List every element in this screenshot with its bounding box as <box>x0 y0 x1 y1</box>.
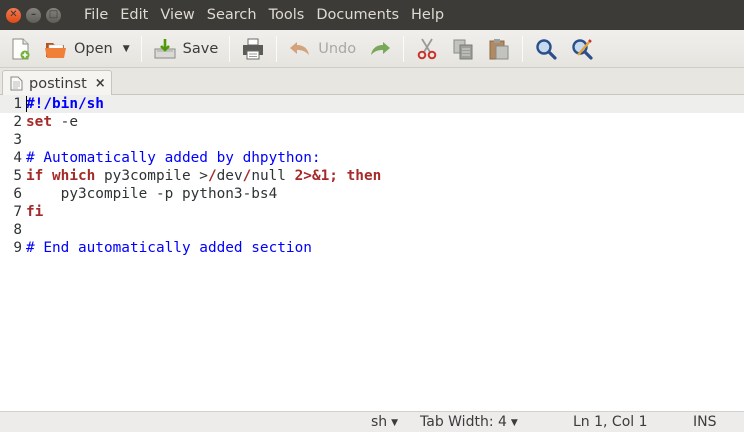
open-folder-icon <box>45 42 66 58</box>
menu-file[interactable]: File <box>84 7 114 23</box>
line-number: 9 <box>13 240 22 256</box>
toolbar-separator <box>140 35 142 62</box>
tab-width-label: Tab Width: 4 <box>420 414 507 430</box>
menu-view[interactable]: View <box>154 7 200 23</box>
code-line: 9 # End automatically added section <box>0 239 744 257</box>
line-text: fi <box>26 204 44 220</box>
text-document-icon <box>10 76 23 91</box>
window-controls: ✕ – □ <box>6 7 72 23</box>
toolbar-separator <box>403 35 405 62</box>
replace-icon <box>572 38 593 60</box>
open-button[interactable]: Open <box>38 34 119 64</box>
language-label: sh <box>371 414 388 430</box>
menu-documents[interactable]: Documents <box>310 7 405 23</box>
line-number: 2 <box>13 114 22 130</box>
new-document-icon <box>12 38 30 59</box>
toolbar-separator <box>522 35 524 62</box>
undo-button-label: Undo <box>318 40 357 57</box>
code-line: 1 #!/bin/sh <box>0 95 744 113</box>
menu-edit[interactable]: Edit <box>114 7 154 23</box>
save-button-label: Save <box>182 40 219 57</box>
find-button[interactable] <box>528 34 564 64</box>
line-text: if which py3compile >/dev/null 2>&1; the… <box>26 168 382 184</box>
open-recent-dropdown-icon[interactable]: ▼ <box>123 44 130 54</box>
menu-bar: ✕ – □ File Edit View Search Tools Docume… <box>0 0 744 30</box>
paste-button[interactable] <box>481 34 517 64</box>
code-line: 5 if which py3compile >/dev/null 2>&1; t… <box>0 167 744 185</box>
language-selector[interactable]: sh ▼ <box>371 413 398 432</box>
close-window-button[interactable]: ✕ <box>6 7 21 23</box>
toolbar-separator <box>276 35 278 62</box>
code-line: 3 <box>0 131 744 149</box>
code-line: 2 set -e <box>0 113 744 131</box>
text-editor[interactable]: 1 #!/bin/sh 2 set -e 3 4 # Automatically… <box>0 95 744 411</box>
cursor-position: Ln 1, Col 1 <box>573 414 648 430</box>
line-number: 7 <box>13 204 22 220</box>
tab-postinst[interactable]: postinst × <box>2 70 112 96</box>
open-button-label: Open <box>74 40 113 57</box>
line-text: #!/bin/sh <box>26 96 104 112</box>
line-number: 1 <box>13 96 22 112</box>
undo-icon <box>290 41 310 55</box>
line-number: 8 <box>13 222 22 238</box>
copy-button[interactable] <box>445 34 481 64</box>
copy-icon <box>453 39 473 59</box>
toolbar: Open ▼ Save Undo <box>0 30 744 68</box>
print-icon <box>243 38 264 59</box>
chevron-down-icon: ▼ <box>391 418 399 428</box>
line-number: 4 <box>13 150 22 166</box>
search-icon <box>536 38 557 60</box>
menu-help[interactable]: Help <box>405 7 450 23</box>
line-number: 3 <box>13 132 22 148</box>
cut-button[interactable] <box>409 34 445 64</box>
chevron-down-icon: ▼ <box>510 418 518 428</box>
document-tab-bar: postinst × <box>0 68 744 96</box>
save-button[interactable]: Save <box>147 34 225 64</box>
redo-button[interactable] <box>362 34 398 64</box>
line-text: # Automatically added by dhpython: <box>26 150 321 166</box>
close-tab-icon[interactable]: × <box>95 76 106 91</box>
code-line: 8 <box>0 221 744 239</box>
code-line: 6 py3compile -p python3-bs4 <box>0 185 744 203</box>
redo-icon <box>371 41 391 55</box>
code-line: 7 fi <box>0 203 744 221</box>
line-text: py3compile -p python3-bs4 <box>26 186 278 202</box>
toolbar-separator <box>229 35 231 62</box>
line-number: 5 <box>13 168 22 184</box>
cut-icon <box>417 38 437 59</box>
print-button[interactable] <box>235 34 271 64</box>
save-icon <box>154 38 176 58</box>
menu-tools[interactable]: Tools <box>263 7 311 23</box>
menu-items: File Edit View Search Tools Documents He… <box>84 7 450 23</box>
paste-icon <box>489 38 509 59</box>
status-bar: sh ▼ Tab Width: 4 ▼ Ln 1, Col 1 INS <box>0 411 744 432</box>
insert-mode-indicator: INS <box>693 414 717 430</box>
tab-width-selector[interactable]: Tab Width: 4 ▼ <box>420 413 518 432</box>
menu-search[interactable]: Search <box>201 7 263 23</box>
find-replace-button[interactable] <box>564 34 600 64</box>
undo-button[interactable]: Undo <box>282 34 362 64</box>
line-text: # End automatically added section <box>26 240 312 256</box>
text-cursor <box>26 96 27 112</box>
tab-label: postinst <box>29 75 87 92</box>
code-line: 4 # Automatically added by dhpython: <box>0 149 744 167</box>
line-number: 6 <box>13 186 22 202</box>
maximize-window-button[interactable]: □ <box>46 7 61 23</box>
minimize-window-button[interactable]: – <box>26 7 41 23</box>
new-document-button[interactable] <box>0 34 38 64</box>
line-text: set -e <box>26 114 78 130</box>
